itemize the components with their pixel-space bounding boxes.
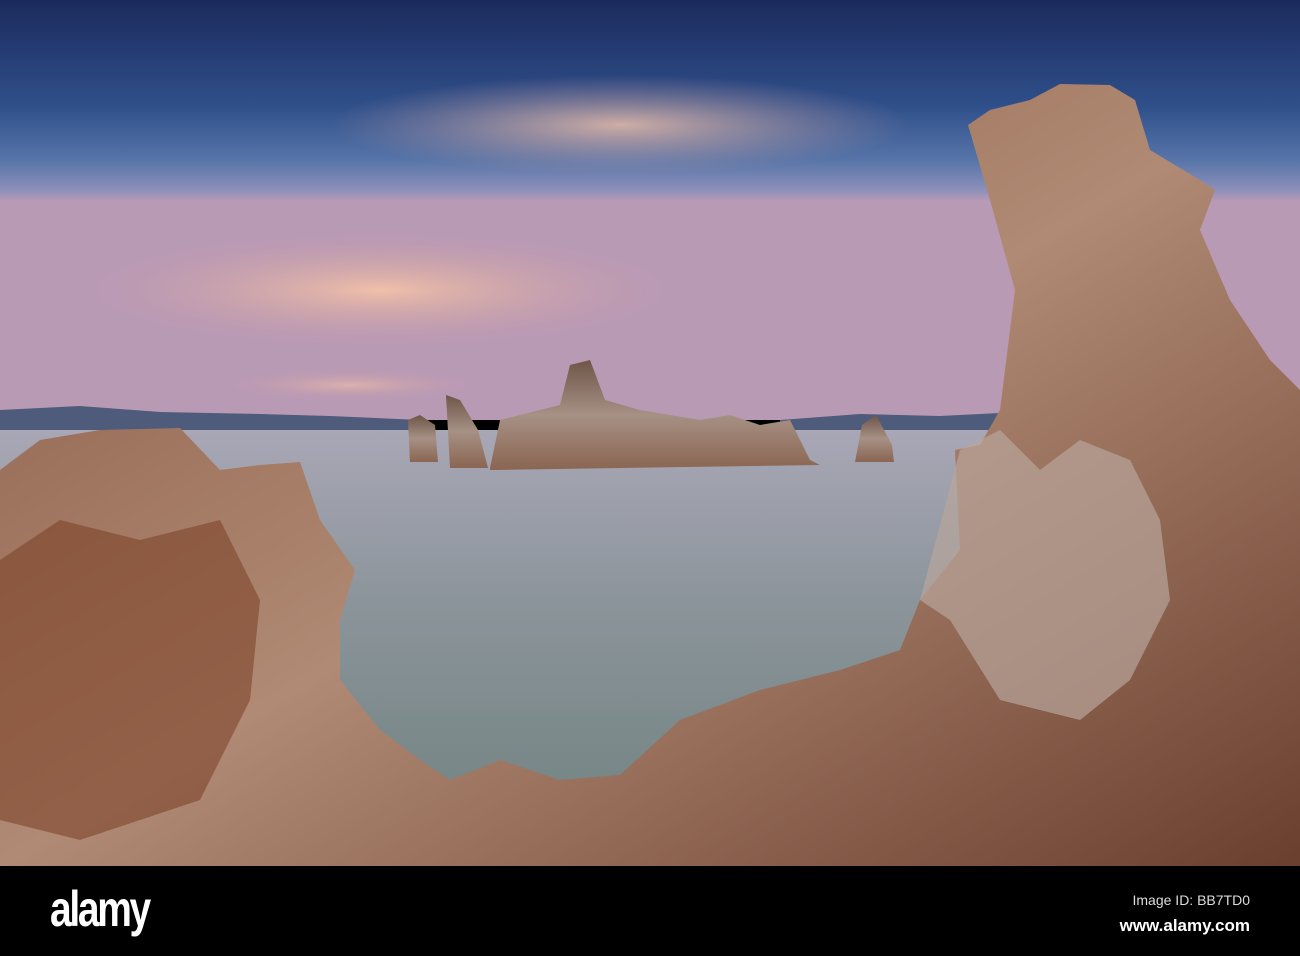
image-id-label: Image ID: BB7TD0 <box>1132 892 1251 908</box>
landscape-photo <box>0 0 1300 866</box>
site-url-link[interactable]: www.alamy.com <box>1120 916 1250 936</box>
alamy-logo[interactable]: alamy <box>50 880 151 938</box>
footer-bar: alamy Image ID: BB7TD0 www.alamy.com <box>0 866 1300 956</box>
stock-photo-page: alamy Image ID: BB7TD0 www.alamy.com <box>0 0 1300 956</box>
